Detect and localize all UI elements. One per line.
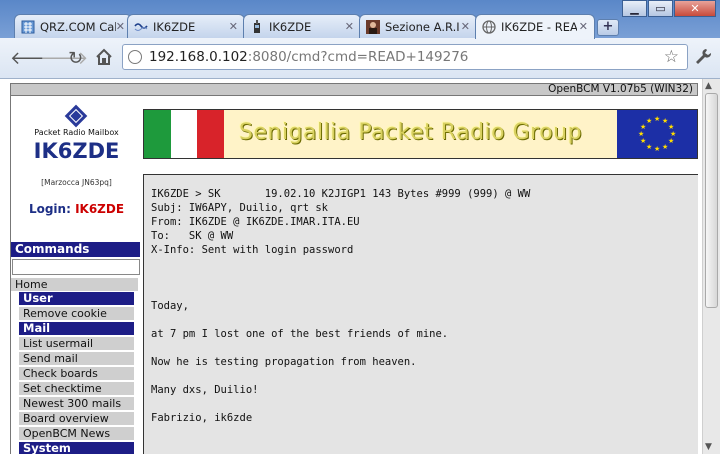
menu-newest-mails[interactable]: Newest 300 mails [19, 397, 134, 410]
web-page: OpenBCM V1.07b5 (WIN32) Packet Radio Mai… [0, 79, 702, 454]
radio-favicon-icon [254, 19, 260, 33]
sidebar: Packet Radio Mailbox IK6ZDE [Marzocca JN… [10, 96, 142, 454]
sidebar-location: [Marzocca JN63pq] [41, 178, 112, 187]
url-rest: :8080/cmd?cmd=READ+149276 [247, 49, 469, 65]
close-icon[interactable]: ✕ [116, 20, 125, 33]
menu-remove-cookie[interactable]: Remove cookie [19, 307, 134, 320]
url-host: 192.168.0.102 [149, 49, 248, 65]
eu-star: ★ [646, 117, 653, 125]
sidebar-tagline: Packet Radio Mailbox [34, 128, 119, 137]
window-controls: ▁ ▭ ✕ [621, 0, 716, 17]
menu-set-checktime[interactable]: Set checktime [19, 382, 134, 395]
eu-star: ★ [638, 130, 645, 138]
login-status: Login: IK6ZDE [11, 202, 142, 216]
msg-body-line: Now he is testing propagation from heave… [151, 356, 417, 368]
eu-star: ★ [662, 143, 669, 151]
menu-section-system: System [19, 442, 134, 454]
home-icon[interactable] [95, 48, 113, 66]
close-icon[interactable]: ✕ [579, 20, 588, 33]
menu-openbcm-news[interactable]: OpenBCM News [19, 427, 134, 440]
close-icon[interactable]: ✕ [229, 20, 238, 33]
flag-green-stripe [144, 110, 171, 158]
mailbox-logo-icon [64, 104, 88, 128]
italian-flag-icon [144, 110, 225, 158]
msg-body-line: at 7 pm I lost one of the best friends o… [151, 328, 449, 340]
close-icon[interactable]: ✕ [345, 20, 354, 33]
minimize-icon[interactable]: ▁ [622, 0, 647, 17]
flag-red-stripe [197, 110, 225, 158]
reload-icon[interactable]: ↻ [68, 48, 83, 69]
menu-section-user: User [19, 292, 134, 305]
eu-star: ★ [640, 123, 647, 131]
group-banner: Senigallia Packet Radio Group ★ ★ ★ ★ ★ … [143, 109, 698, 159]
msg-header-line: From: IK6ZDE @ IK6ZDE.IMAR.ITA.EU [151, 216, 360, 228]
menu-send-mail[interactable]: Send mail [19, 352, 134, 365]
msg-body-line: Today, [151, 300, 189, 312]
tab-label: IK6ZDE - READ [501, 20, 577, 34]
menu-section-mail: Mail [19, 322, 134, 335]
eu-star: ★ [668, 137, 675, 145]
photo-favicon-icon [366, 19, 380, 34]
globe-favicon-icon [482, 20, 496, 34]
message-panel: IK6ZDE > SK 19.02.10 K2JIGP1 143 Bytes #… [143, 174, 698, 454]
msg-body-line: Fabrizio, ik6zde [151, 412, 253, 424]
msg-header-line: IK6ZDE > SK 19.02.10 K2JIGP1 143 Bytes #… [151, 188, 531, 200]
eu-star: ★ [654, 145, 661, 153]
close-icon[interactable]: ✕ [461, 20, 470, 33]
eu-star: ★ [646, 143, 653, 151]
eu-star: ★ [640, 137, 647, 145]
bookmark-star-icon[interactable]: ☆ [664, 47, 679, 67]
command-input[interactable] [12, 259, 140, 275]
flag-white-stripe [170, 110, 198, 158]
msg-header-line: X-Info: Sent with login password [151, 244, 354, 256]
eu-flag-icon: ★ ★ ★ ★ ★ ★ ★ ★ ★ ★ ★ ★ [617, 110, 697, 158]
message-text[interactable]: IK6ZDE > SK 19.02.10 K2JIGP1 143 Bytes #… [151, 187, 530, 425]
scroll-up-icon[interactable]: ▲ [705, 81, 712, 91]
maximize-icon[interactable]: ▭ [648, 0, 673, 17]
menu-list-usermail[interactable]: List usermail [19, 337, 134, 350]
tab-qrz[interactable]: QRZ.COM Cal ✕ [14, 14, 132, 38]
commands-header: Commands [11, 242, 140, 257]
menu-home[interactable]: Home [11, 278, 138, 291]
browser-toolbar: 🡐 🡒 ↻ 192.168.0.102:8080/cmd?cmd=READ+14… [0, 38, 720, 79]
wrench-icon[interactable] [694, 47, 712, 65]
scroll-thumb[interactable] [705, 93, 718, 308]
scroll-down-icon[interactable]: ▼ [705, 442, 712, 452]
tab-label: IK6ZDE [153, 19, 196, 34]
tab-sezione-ari[interactable]: Sezione A.R.I ✕ [359, 14, 477, 38]
msg-header-line: To: SK @ WW [151, 230, 234, 242]
page-globe-icon [128, 50, 142, 64]
window-close-icon[interactable]: ✕ [674, 0, 716, 17]
sidebar-callsign: IK6ZDE [33, 139, 120, 163]
url-text[interactable]: 192.168.0.102:8080/cmd?cmd=READ+149276 [149, 49, 468, 65]
tab-strip: QRZ.COM Cal ✕ IK6ZDE ✕ IK6ZDE ✕ Sezione … [0, 0, 720, 39]
tab-ik6zde-1[interactable]: IK6ZDE ✕ [127, 14, 245, 38]
tab-label: Sezione A.R.I [385, 19, 460, 34]
tab-label: QRZ.COM Cal [40, 19, 116, 34]
msg-body-line: Many dxs, Duilio! [151, 384, 259, 396]
login-label: Login: [28, 202, 71, 216]
page-scrollbar[interactable]: ▲ ▼ [702, 79, 720, 454]
menu-board-overview[interactable]: Board overview [19, 412, 134, 425]
tab-ik6zde-2[interactable]: IK6ZDE ✕ [243, 14, 361, 38]
new-tab-button[interactable]: + [597, 19, 619, 36]
eu-star: ★ [654, 115, 661, 123]
menu-check-boards[interactable]: Check boards [19, 367, 134, 380]
address-bar[interactable]: 192.168.0.102:8080/cmd?cmd=READ+149276 ☆ [122, 44, 688, 70]
qrz-favicon-icon [21, 20, 35, 33]
tab-label: IK6ZDE [269, 19, 312, 34]
login-user: IK6ZDE [75, 202, 125, 216]
tab-read-active[interactable]: IK6ZDE - READ ✕ [475, 14, 595, 39]
msg-header-line: Subj: IW6APY, Duilio, qrt sk [151, 202, 329, 214]
wave-favicon-icon [134, 22, 148, 31]
banner-title: Senigallia Packet Radio Group [239, 120, 583, 145]
version-bar: OpenBCM V1.07b5 (WIN32) [10, 83, 698, 96]
